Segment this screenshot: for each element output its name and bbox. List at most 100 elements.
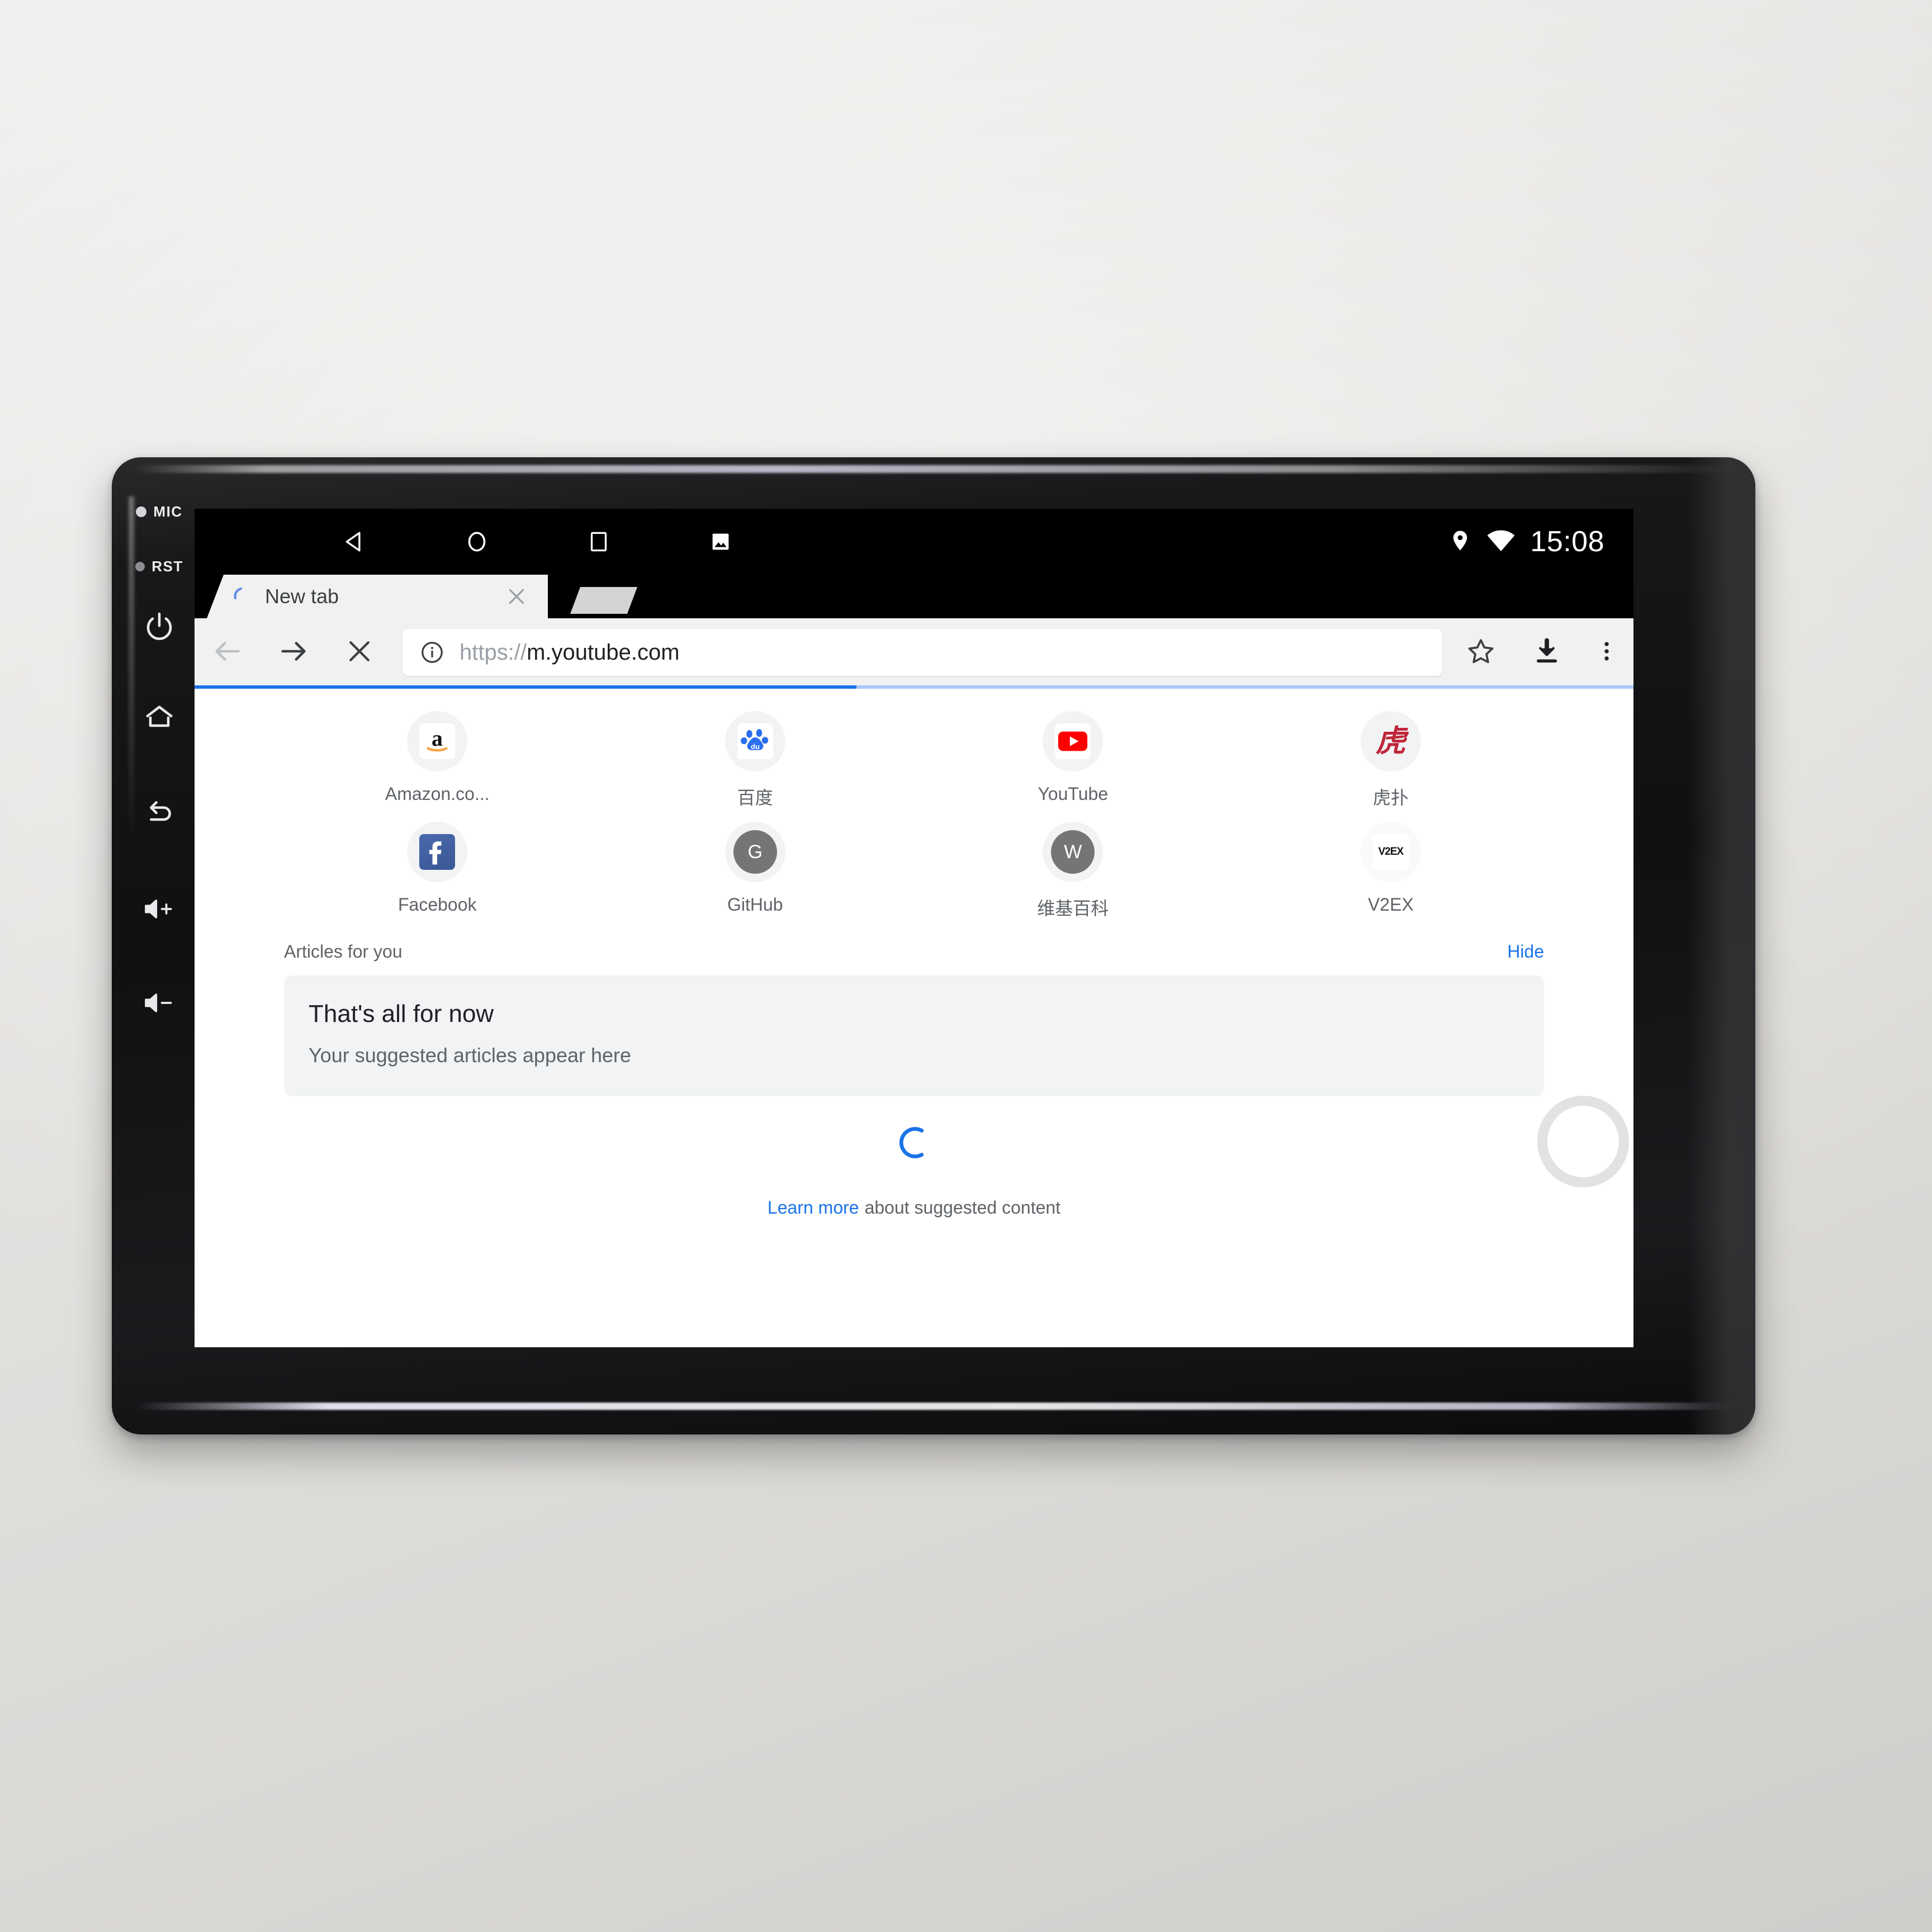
bookmark-button[interactable] xyxy=(1448,619,1514,685)
tile-wikipedia[interactable]: W 维基百科 xyxy=(914,822,1232,920)
star-outline-icon xyxy=(1465,636,1497,670)
square-recents-icon xyxy=(585,528,613,556)
youtube-icon xyxy=(1055,723,1091,759)
status-clock: 15:08 xyxy=(1530,525,1604,558)
tile-icon-wrap: 虎 xyxy=(1360,711,1421,771)
tile-facebook[interactable]: Facebook xyxy=(278,822,596,920)
screenshot-icon xyxy=(708,529,733,555)
tile-github[interactable]: G GitHub xyxy=(596,822,915,920)
tile-icon-wrap: V2EX xyxy=(1360,822,1421,882)
android-navigation-bar xyxy=(195,527,782,557)
empty-state-title: That's all for now xyxy=(309,1000,494,1027)
touchscreen: 15:08 New tab https://m.youtube.com a Am… xyxy=(195,509,1633,1347)
back-button[interactable] xyxy=(112,795,207,831)
downloads-button[interactable] xyxy=(1514,619,1580,685)
android-screenshot-button[interactable] xyxy=(660,529,782,555)
address-bar-text: https://m.youtube.com xyxy=(460,640,680,665)
tile-baidu[interactable]: du 百度 xyxy=(596,711,915,809)
mic-dot-icon xyxy=(136,506,147,517)
wifi-icon xyxy=(1486,529,1516,555)
info-circle-icon[interactable] xyxy=(419,640,445,665)
loading-spinner-icon xyxy=(893,1122,935,1166)
volume-up-icon xyxy=(141,891,177,927)
hardware-button-panel: MIC RST xyxy=(112,457,207,1434)
facebook-icon xyxy=(419,834,456,870)
tile-icon-wrap xyxy=(1043,711,1104,771)
browser-tab-strip: New tab xyxy=(195,575,1633,618)
articles-section-title: Articles for you xyxy=(284,941,402,962)
tab-close-icon[interactable] xyxy=(504,584,529,609)
tile-label: V2EX xyxy=(1367,894,1414,915)
tile-label: 虎扑 xyxy=(1372,788,1409,808)
tile-hupu[interactable]: 虎 虎扑 xyxy=(1232,711,1550,809)
tile-icon-wrap xyxy=(407,822,468,882)
volume-down-icon xyxy=(141,985,177,1021)
browser-menu-button[interactable] xyxy=(1580,619,1633,685)
reset-dot-icon xyxy=(135,562,145,571)
car-head-unit-device: MIC RST 15:08 New tab https://m.youtube.… xyxy=(112,457,1755,1434)
mic-indicator: MIC xyxy=(112,503,207,520)
address-bar[interactable]: https://m.youtube.com xyxy=(402,629,1442,676)
volume-down-button[interactable] xyxy=(112,985,207,1021)
url-scheme: https:// xyxy=(460,640,527,665)
new-tab-page: a Amazon.co... du 百度 YouTube 虎 虎扑 Facebo… xyxy=(195,689,1633,1347)
articles-hide-link[interactable]: Hide xyxy=(1507,941,1544,962)
download-icon xyxy=(1532,637,1561,669)
arrow-left-icon xyxy=(211,635,244,670)
reset-pinhole[interactable]: RST xyxy=(112,558,207,575)
new-tab-button[interactable] xyxy=(570,587,637,614)
baidu-icon: du xyxy=(737,723,773,759)
location-pin-icon xyxy=(1448,529,1472,555)
bezel-top-highlight xyxy=(134,465,1739,473)
triangle-back-icon xyxy=(340,527,370,557)
tile-amazon[interactable]: a Amazon.co... xyxy=(278,711,596,809)
close-x-icon xyxy=(344,636,375,669)
tile-label: 百度 xyxy=(737,788,773,808)
github-letter-icon: G xyxy=(733,830,777,874)
nav-forward-button[interactable] xyxy=(261,619,326,685)
home-icon xyxy=(141,699,177,735)
back-arrow-icon xyxy=(141,795,177,831)
articles-empty-card: That's all for now Your suggested articl… xyxy=(284,976,1544,1096)
home-button[interactable] xyxy=(112,699,207,735)
android-recents-button[interactable] xyxy=(538,528,660,556)
browser-tab[interactable]: New tab xyxy=(207,575,548,618)
url-host: m.youtube.com xyxy=(527,640,680,665)
tile-youtube[interactable]: YouTube xyxy=(914,711,1232,809)
chassis-right-shade xyxy=(1688,457,1755,1434)
three-dots-menu-icon xyxy=(1594,639,1619,666)
amazon-icon: a xyxy=(419,723,456,759)
svg-text:du: du xyxy=(751,742,760,751)
circle-home-icon xyxy=(462,527,492,557)
power-button[interactable] xyxy=(112,609,207,645)
wikipedia-letter-icon: W xyxy=(1051,830,1095,874)
tile-icon-wrap: W xyxy=(1043,822,1104,882)
stop-loading-button[interactable] xyxy=(326,619,392,685)
tile-label: Amazon.co... xyxy=(385,784,490,804)
mic-label: MIC xyxy=(153,503,183,520)
tile-label: YouTube xyxy=(1038,784,1109,804)
tab-loading-spinner-icon xyxy=(233,586,254,607)
volume-up-button[interactable] xyxy=(112,891,207,927)
learn-more-rest-text: about suggested content xyxy=(864,1197,1061,1218)
articles-section-header: Articles for you Hide xyxy=(195,920,1633,962)
power-icon xyxy=(141,609,177,645)
v2ex-icon: V2EX xyxy=(1372,834,1409,870)
empty-state-subtitle: Your suggested articles appear here xyxy=(309,1044,632,1067)
status-icons: 15:08 xyxy=(1448,525,1633,558)
android-home-button[interactable] xyxy=(416,527,538,557)
learn-more-link[interactable]: Learn more xyxy=(768,1197,859,1218)
android-status-bar: 15:08 xyxy=(195,509,1633,575)
most-visited-tiles: a Amazon.co... du 百度 YouTube 虎 虎扑 Facebo… xyxy=(195,689,1633,920)
bezel-bottom-highlight xyxy=(136,1403,1735,1410)
tile-icon-wrap: a xyxy=(407,711,468,771)
android-back-button[interactable] xyxy=(294,527,416,557)
tile-label: GitHub xyxy=(727,894,783,915)
tab-title: New tab xyxy=(265,585,339,608)
arrow-right-icon xyxy=(277,635,310,670)
tile-v2ex[interactable]: V2EX V2EX xyxy=(1232,822,1550,920)
tile-icon-wrap: G xyxy=(724,822,785,882)
hupu-icon: 虎 xyxy=(1375,724,1406,758)
assistive-touch-button[interactable] xyxy=(1537,1096,1629,1187)
reset-label: RST xyxy=(151,558,183,575)
